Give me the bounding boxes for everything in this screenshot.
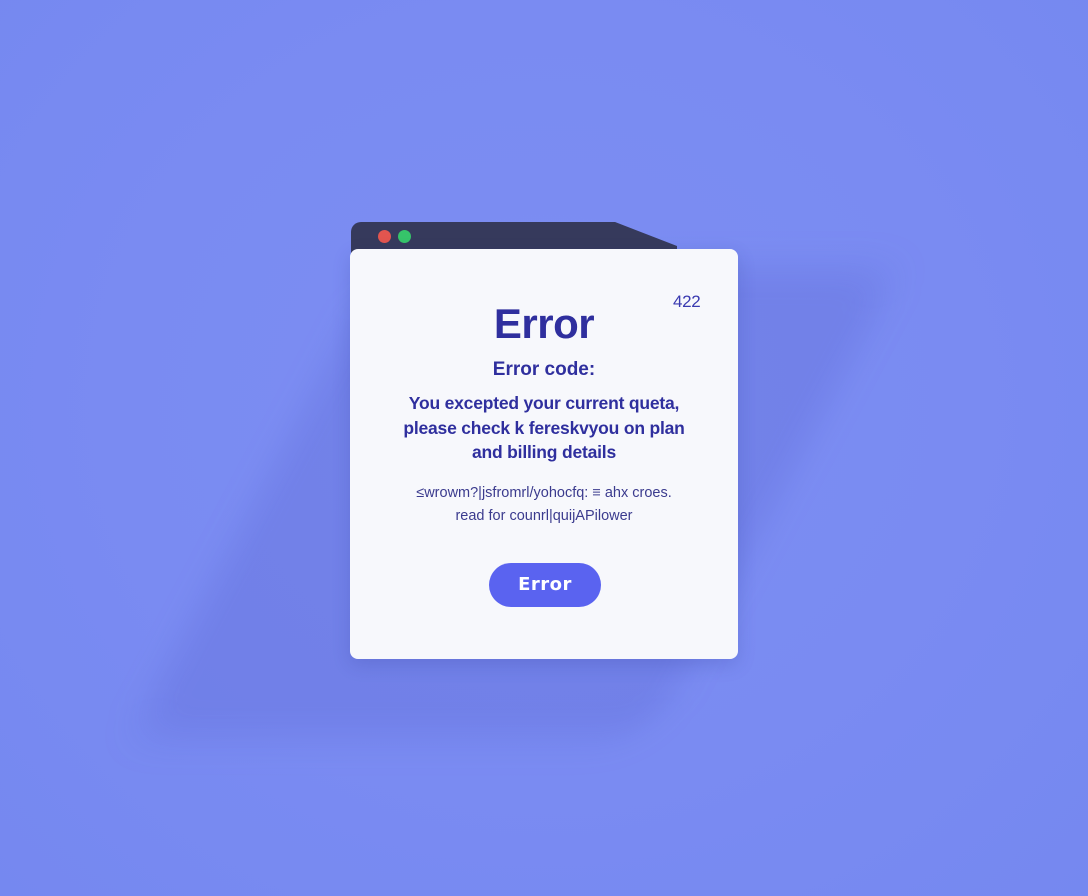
error-message: You excepted your current queta, please … — [403, 393, 685, 462]
maximize-window-icon[interactable] — [398, 230, 411, 243]
error-button[interactable]: Error — [489, 563, 601, 607]
fine-print-line-1: ≤wrowm?|jsfromrl/yohocfq: ≡ ahx croes. — [416, 485, 672, 501]
close-window-icon[interactable] — [378, 230, 391, 243]
fine-print-line-2: read for counrl|quijAPilower — [455, 508, 633, 524]
error-code-label: Error code: — [492, 359, 596, 380]
dialog-title: Error — [493, 300, 595, 347]
